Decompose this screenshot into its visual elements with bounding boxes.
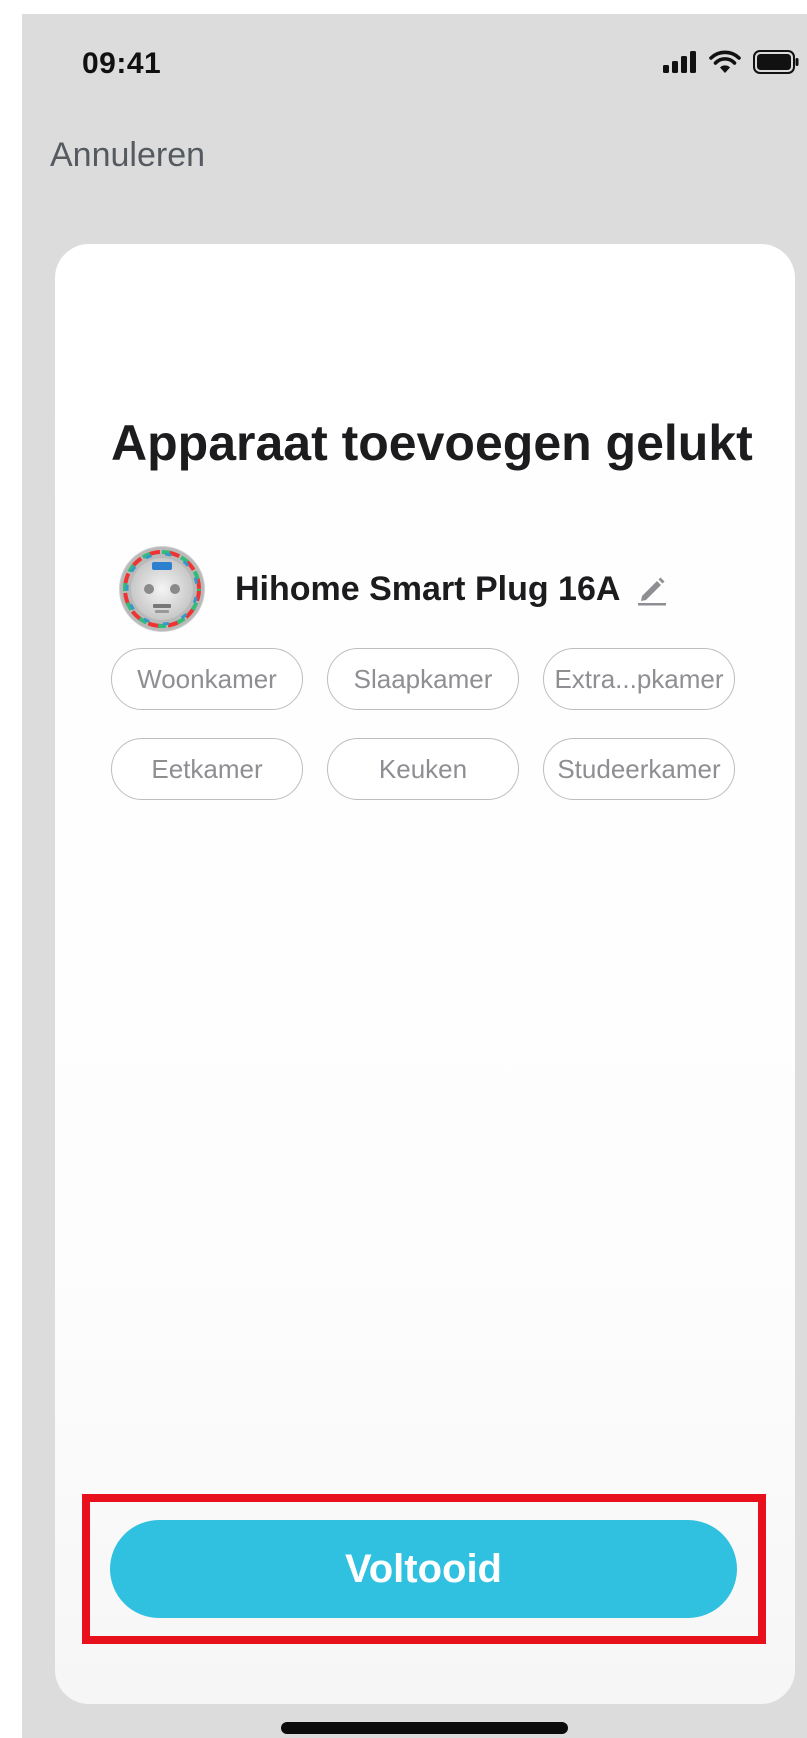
pencil-icon[interactable]: [636, 572, 668, 606]
done-button[interactable]: Voltooid: [110, 1520, 737, 1618]
battery-icon: [753, 50, 799, 74]
room-chip-keuken[interactable]: Keuken: [327, 738, 519, 800]
room-chip-slaapkamer[interactable]: Slaapkamer: [327, 648, 519, 710]
phone-screen: 09:41 Annuleren Apparaat toevoegen geluk…: [22, 14, 807, 1738]
smart-plug-icon: [119, 546, 205, 632]
status-time: 09:41: [82, 47, 162, 80]
room-chip-extra-kamer[interactable]: Extra...pkamer: [543, 648, 735, 710]
room-chip-woonkamer[interactable]: Woonkamer: [111, 648, 303, 710]
device-row: Hihome Smart Plug 16A: [119, 546, 668, 632]
room-chip-eetkamer[interactable]: Eetkamer: [111, 738, 303, 800]
wifi-icon: [709, 50, 741, 73]
signal-icon: [663, 51, 696, 73]
success-card: Apparaat toevoegen gelukt Hihome Smart P…: [55, 244, 795, 1704]
cancel-button[interactable]: Annuleren: [50, 136, 205, 175]
page-title: Apparaat toevoegen gelukt: [111, 415, 753, 471]
device-name: Hihome Smart Plug 16A: [235, 569, 621, 608]
status-icons: [663, 50, 799, 74]
room-chip-studeerkamer[interactable]: Studeerkamer: [543, 738, 735, 800]
home-indicator: [281, 1722, 568, 1734]
